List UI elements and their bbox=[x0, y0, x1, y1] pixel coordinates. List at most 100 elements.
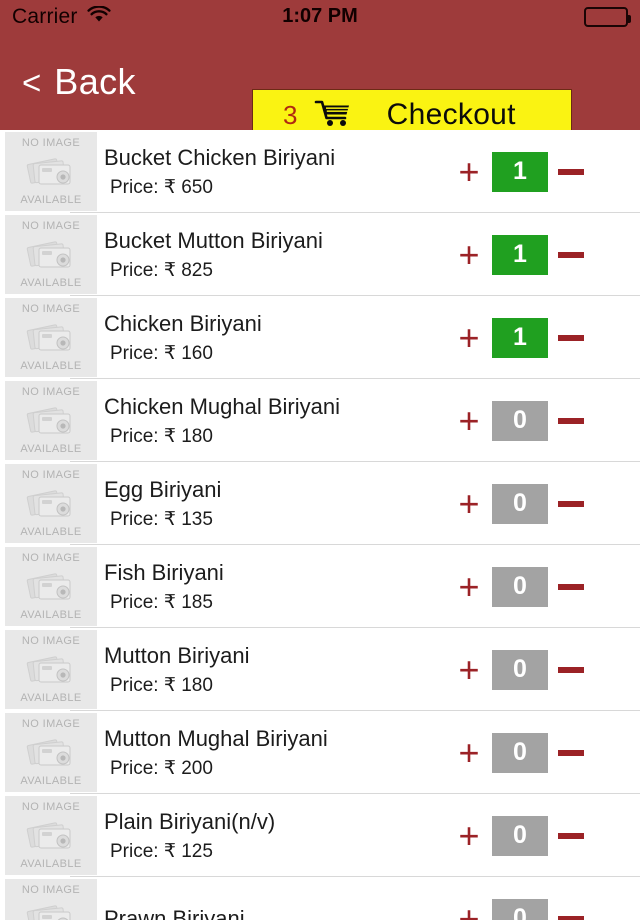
decrement-button[interactable] bbox=[554, 334, 588, 341]
item-text-block: Egg Biriyani Price: ₹ 135 bbox=[104, 462, 221, 545]
menu-item-row[interactable]: NO IMAGE AVAILABLE Bucket Mutton Biriyan… bbox=[0, 213, 640, 296]
quantity-stepper[interactable]: + 0 bbox=[430, 462, 640, 545]
menu-item-row[interactable]: NO IMAGE AVAILABLE Prawn Biriyani + 0 bbox=[0, 877, 640, 920]
quantity-stepper[interactable]: + 0 bbox=[430, 545, 640, 628]
decrement-button[interactable] bbox=[554, 168, 588, 175]
increment-button[interactable]: + bbox=[452, 734, 486, 771]
item-text-block: Bucket Mutton Biriyani Price: ₹ 825 bbox=[104, 213, 323, 296]
item-text-block: Plain Biriyani(n/v) Price: ₹ 125 bbox=[104, 794, 275, 877]
thumbnail-bottom-label: AVAILABLE bbox=[20, 692, 82, 704]
decrement-button[interactable] bbox=[554, 666, 588, 673]
increment-button[interactable]: + bbox=[452, 153, 486, 190]
increment-button[interactable]: + bbox=[452, 568, 486, 605]
item-name: Prawn Biriyani bbox=[104, 905, 245, 920]
item-price: Price: ₹ 825 bbox=[110, 259, 213, 281]
item-price: Price: ₹ 135 bbox=[110, 508, 213, 530]
increment-button[interactable]: + bbox=[452, 485, 486, 522]
quantity-stepper[interactable]: + 0 bbox=[430, 794, 640, 877]
increment-button[interactable]: + bbox=[452, 900, 486, 920]
decrement-button[interactable] bbox=[554, 251, 588, 258]
item-text-block: Mutton Biriyani Price: ₹ 180 bbox=[104, 628, 250, 711]
photos-stack-icon bbox=[26, 821, 71, 848]
item-name: Chicken Biriyani bbox=[104, 310, 262, 336]
decrement-button[interactable] bbox=[554, 749, 588, 756]
decrement-button[interactable] bbox=[554, 915, 588, 920]
item-thumbnail-placeholder: NO IMAGE AVAILABLE bbox=[5, 215, 97, 294]
quantity-stepper[interactable]: + 1 bbox=[430, 130, 640, 213]
item-name: Bucket Chicken Biriyani bbox=[104, 144, 336, 170]
quantity-stepper[interactable]: + 1 bbox=[430, 213, 640, 296]
quantity-stepper[interactable]: + 1 bbox=[430, 296, 640, 379]
menu-item-row[interactable]: NO IMAGE AVAILABLE Plain Biriyani(n/v) P… bbox=[0, 794, 640, 877]
thumbnail-top-label: NO IMAGE bbox=[21, 884, 81, 896]
increment-button[interactable]: + bbox=[452, 319, 486, 356]
menu-item-row[interactable]: NO IMAGE AVAILABLE Mutton Biriyani Price… bbox=[0, 628, 640, 711]
item-name: Bucket Mutton Biriyani bbox=[104, 227, 323, 253]
battery-icon bbox=[584, 6, 631, 27]
status-bar-left: Carrier bbox=[12, 5, 111, 29]
item-text-block: Fish Biriyani Price: ₹ 185 bbox=[104, 545, 224, 628]
quantity-value: 0 bbox=[492, 732, 548, 773]
menu-item-row[interactable]: NO IMAGE AVAILABLE Chicken Biriyani Pric… bbox=[0, 296, 640, 379]
wifi-icon bbox=[86, 4, 111, 28]
item-name: Chicken Mughal Biriyani bbox=[104, 393, 340, 419]
menu-item-row[interactable]: NO IMAGE AVAILABLE Chicken Mughal Biriya… bbox=[0, 379, 640, 462]
quantity-value: 0 bbox=[492, 649, 548, 690]
thumbnail-bottom-label: AVAILABLE bbox=[20, 609, 82, 621]
quantity-stepper[interactable]: + 0 bbox=[430, 877, 640, 920]
photos-stack-icon bbox=[26, 572, 71, 599]
item-text-block: Chicken Biriyani Price: ₹ 160 bbox=[104, 296, 262, 379]
item-text-block: Bucket Chicken Biriyani Price: ₹ 650 bbox=[104, 130, 335, 213]
menu-item-row[interactable]: NO IMAGE AVAILABLE Bucket Chicken Biriya… bbox=[0, 130, 640, 213]
carrier-label: Carrier bbox=[12, 4, 78, 28]
menu-item-row[interactable]: NO IMAGE AVAILABLE Mutton Mughal Biriyan… bbox=[0, 711, 640, 794]
photos-stack-icon bbox=[26, 489, 71, 516]
minus-icon bbox=[558, 417, 584, 424]
increment-button[interactable]: + bbox=[452, 651, 486, 688]
thumbnail-bottom-label: AVAILABLE bbox=[20, 775, 82, 787]
quantity-value: 1 bbox=[492, 317, 548, 358]
back-button[interactable]: < Back bbox=[16, 60, 142, 104]
thumbnail-top-label: NO IMAGE bbox=[21, 635, 81, 647]
increment-button[interactable]: + bbox=[452, 817, 486, 854]
shopping-cart-icon bbox=[313, 98, 353, 133]
quantity-value: 1 bbox=[492, 234, 548, 275]
increment-button[interactable]: + bbox=[452, 402, 486, 439]
nav-bar: < Back 3 Checkout bbox=[0, 33, 640, 141]
menu-item-row[interactable]: NO IMAGE AVAILABLE Fish Biriyani Price: … bbox=[0, 545, 640, 628]
minus-icon bbox=[558, 334, 584, 341]
quantity-value: 0 bbox=[492, 566, 548, 607]
item-thumbnail-placeholder: NO IMAGE AVAILABLE bbox=[5, 796, 97, 875]
thumbnail-top-label: NO IMAGE bbox=[21, 469, 81, 481]
thumbnail-top-label: NO IMAGE bbox=[21, 386, 81, 398]
increment-button[interactable]: + bbox=[452, 236, 486, 273]
quantity-stepper[interactable]: + 0 bbox=[430, 379, 640, 462]
menu-item-list[interactable]: NO IMAGE AVAILABLE Bucket Chicken Biriya… bbox=[0, 130, 640, 920]
thumbnail-bottom-label: AVAILABLE bbox=[20, 858, 82, 870]
quantity-value: 0 bbox=[492, 815, 548, 856]
item-thumbnail-placeholder: NO IMAGE AVAILABLE bbox=[5, 879, 97, 920]
decrement-button[interactable] bbox=[554, 583, 588, 590]
item-price: Price: ₹ 125 bbox=[110, 840, 213, 862]
quantity-value: 1 bbox=[492, 151, 548, 192]
quantity-stepper[interactable]: + 0 bbox=[430, 711, 640, 794]
thumbnail-bottom-label: AVAILABLE bbox=[20, 526, 82, 538]
decrement-button[interactable] bbox=[554, 500, 588, 507]
item-thumbnail-placeholder: NO IMAGE AVAILABLE bbox=[5, 132, 97, 211]
thumbnail-bottom-label: AVAILABLE bbox=[20, 360, 82, 372]
decrement-button[interactable] bbox=[554, 832, 588, 839]
thumbnail-bottom-label: AVAILABLE bbox=[20, 194, 82, 206]
item-price: Price: ₹ 180 bbox=[110, 674, 213, 696]
thumbnail-top-label: NO IMAGE bbox=[21, 303, 81, 315]
back-button-label: Back bbox=[54, 60, 136, 102]
thumbnail-top-label: NO IMAGE bbox=[21, 137, 81, 149]
menu-item-row[interactable]: NO IMAGE AVAILABLE Egg Biriyani Price: ₹… bbox=[0, 462, 640, 545]
quantity-stepper[interactable]: + 0 bbox=[430, 628, 640, 711]
battery-cap bbox=[628, 14, 631, 23]
item-name: Mutton Biriyani bbox=[104, 642, 250, 668]
item-price: Price: ₹ 650 bbox=[110, 176, 213, 198]
item-price: Price: ₹ 185 bbox=[110, 591, 213, 613]
decrement-button[interactable] bbox=[554, 417, 588, 424]
photos-stack-icon bbox=[26, 655, 71, 682]
photos-stack-icon bbox=[26, 240, 71, 267]
